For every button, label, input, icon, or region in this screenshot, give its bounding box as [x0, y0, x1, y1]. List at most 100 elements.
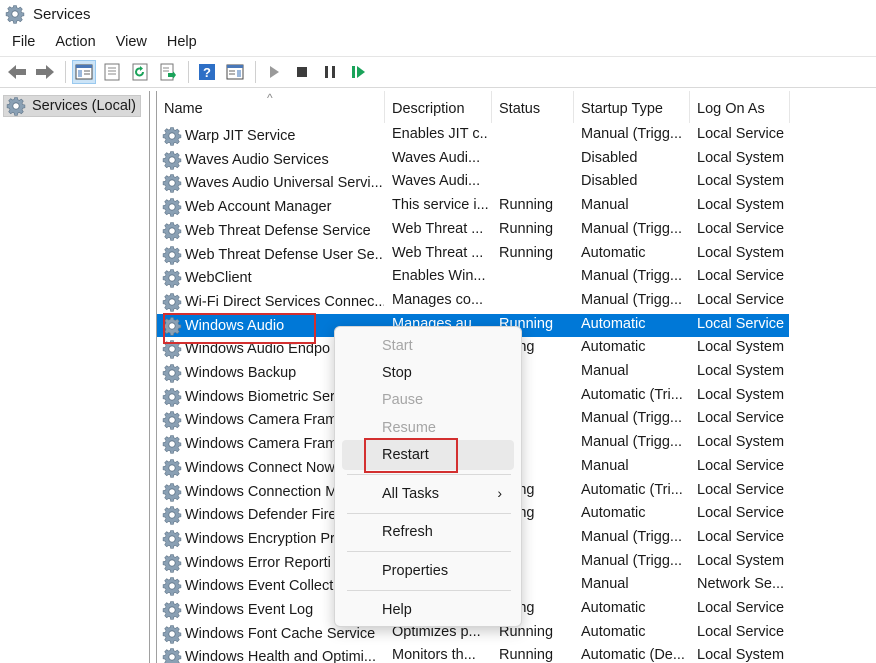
refresh-button[interactable]: [128, 60, 152, 84]
back-button[interactable]: [5, 60, 29, 84]
table-row[interactable]: Web Account Manager This service i... Runn…: [157, 195, 789, 219]
toolbar-divider: [188, 61, 189, 83]
table-row[interactable]: Web Threat Defense User Se... Web Threat …: [157, 243, 789, 267]
resume-icon: [352, 66, 365, 78]
service-log-on-as: Local Service: [697, 220, 785, 237]
context-menu-refresh[interactable]: Refresh: [342, 517, 514, 547]
service-name-cell: Waves Audio Services: [162, 150, 384, 170]
show-hide-tree-icon: [75, 64, 93, 80]
context-menu-help[interactable]: Help: [342, 595, 514, 625]
service-log-on-as: Local Service: [697, 126, 785, 142]
forward-button[interactable]: [33, 60, 57, 84]
table-row[interactable]: Waves Audio Services Waves Audi... Disable…: [157, 148, 789, 172]
start-service-button[interactable]: [262, 60, 286, 84]
service-startup-type: Disabled: [581, 149, 638, 166]
service-name: Windows Backup: [185, 365, 297, 381]
service-startup-type: Manual (Trigg...: [581, 552, 682, 569]
service-startup-type: Automatic: [581, 315, 646, 332]
context-menu-all-tasks[interactable]: All Tasks ›: [342, 479, 514, 509]
gear-icon: [162, 292, 182, 312]
service-name-cell: Wi-Fi Direct Services Connec...: [162, 292, 384, 312]
play-icon: [270, 66, 279, 78]
column-header-name[interactable]: Name: [157, 91, 385, 123]
service-startup-type: Automatic: [581, 244, 646, 261]
service-startup-type: Manual (Trigg...: [581, 291, 682, 308]
title-bar: Services: [0, 0, 876, 28]
menu-action[interactable]: Action: [55, 34, 95, 50]
service-name: Waves Audio Universal Servi...: [185, 175, 383, 192]
service-name: Windows Font Cache Service: [185, 625, 376, 642]
toolbar-divider: [255, 61, 256, 83]
table-row[interactable]: Wi-Fi Direct Services Connec... Manages c…: [157, 290, 789, 314]
service-log-on-as: Local System: [697, 339, 785, 356]
column-header-description[interactable]: Description: [385, 91, 492, 123]
context-menu-divider: [347, 551, 511, 552]
gear-icon: [162, 647, 182, 663]
context-menu-pause[interactable]: Pause: [342, 385, 514, 415]
back-arrow-icon: [8, 65, 26, 79]
service-description: This service i...: [392, 197, 488, 214]
service-name: Warp JIT Service: [185, 128, 296, 144]
export-list-button[interactable]: [156, 60, 180, 84]
service-log-on-as: Local System: [697, 173, 785, 190]
service-name-cell: Web Threat Defense User Se...: [162, 245, 384, 265]
properties-button[interactable]: [100, 60, 124, 84]
service-startup-type: Manual: [581, 363, 629, 379]
table-row[interactable]: WebClient Enables Win... Manual (Trigg... L…: [157, 266, 789, 290]
table-row[interactable]: Web Threat Defense Service Web Threat ...…: [157, 219, 789, 243]
service-name: Windows Camera Fram: [185, 436, 338, 453]
column-header-startup-type[interactable]: Startup Type: [574, 91, 690, 123]
menu-bar: File Action View Help: [0, 30, 217, 54]
gear-icon: [162, 387, 182, 407]
context-menu-properties[interactable]: Properties: [342, 556, 514, 586]
show-hide-tree-button[interactable]: [72, 60, 96, 84]
context-menu-start[interactable]: Start: [342, 331, 514, 361]
service-log-on-as: Local Service: [697, 315, 785, 332]
service-name-cell: Windows Health and Optimi...: [162, 647, 384, 663]
context-menu-divider: [347, 513, 511, 514]
context-menu-divider: [347, 474, 511, 475]
service-description: Monitors th...: [392, 647, 476, 663]
context-menu-stop[interactable]: Stop: [342, 358, 514, 388]
gear-icon: [162, 268, 182, 288]
service-log-on-as: Local System: [697, 552, 785, 569]
service-startup-type: Manual (Trigg...: [581, 126, 682, 142]
table-row[interactable]: Warp JIT Service Enables JIT c... Manual (…: [157, 124, 789, 148]
pause-icon: [325, 66, 335, 78]
gear-icon: [162, 363, 182, 383]
table-row[interactable]: Windows Health and Optimi... Monitors th.…: [157, 645, 789, 663]
service-status: Running: [499, 220, 554, 237]
column-header-log-on-as[interactable]: Log On As: [690, 91, 790, 123]
service-startup-type: Manual (Trigg...: [581, 410, 682, 427]
stop-service-button[interactable]: [290, 60, 314, 84]
help-button[interactable]: ?: [195, 60, 219, 84]
service-description: Manages co...: [392, 291, 484, 308]
refresh-icon: [132, 63, 148, 81]
table-row[interactable]: Waves Audio Universal Servi... Waves Audi…: [157, 171, 789, 195]
service-name-cell: Waves Audio Universal Servi...: [162, 173, 384, 193]
gear-icon: [162, 150, 182, 170]
menu-file[interactable]: File: [12, 34, 35, 50]
restart-service-button[interactable]: [346, 60, 370, 84]
tree-node-services-local[interactable]: Services (Local): [3, 95, 141, 117]
menu-help[interactable]: Help: [167, 34, 197, 50]
gear-icon: [162, 173, 182, 193]
service-name: Windows Connect Now: [185, 459, 335, 476]
show-action-pane-button[interactable]: [223, 60, 247, 84]
pause-service-button[interactable]: [318, 60, 342, 84]
service-name-cell: WebClient: [162, 268, 384, 288]
service-startup-type: Automatic (Tri...: [581, 386, 683, 403]
menu-view[interactable]: View: [116, 34, 147, 50]
service-log-on-as: Local Service: [697, 291, 785, 308]
service-log-on-as: Local Service: [697, 410, 785, 427]
service-status: Running: [499, 197, 554, 214]
service-startup-type: Automatic (De...: [581, 647, 685, 663]
service-startup-type: Manual (Trigg...: [581, 220, 682, 237]
service-log-on-as: Local Service: [697, 528, 785, 545]
service-startup-type: Disabled: [581, 173, 638, 190]
service-log-on-as: Local System: [697, 386, 785, 403]
column-header-status[interactable]: Status: [492, 91, 574, 123]
service-startup-type: Automatic: [581, 623, 646, 640]
service-description: Web Threat ...: [392, 244, 484, 261]
console-tree-pane: Services (Local): [0, 91, 150, 663]
